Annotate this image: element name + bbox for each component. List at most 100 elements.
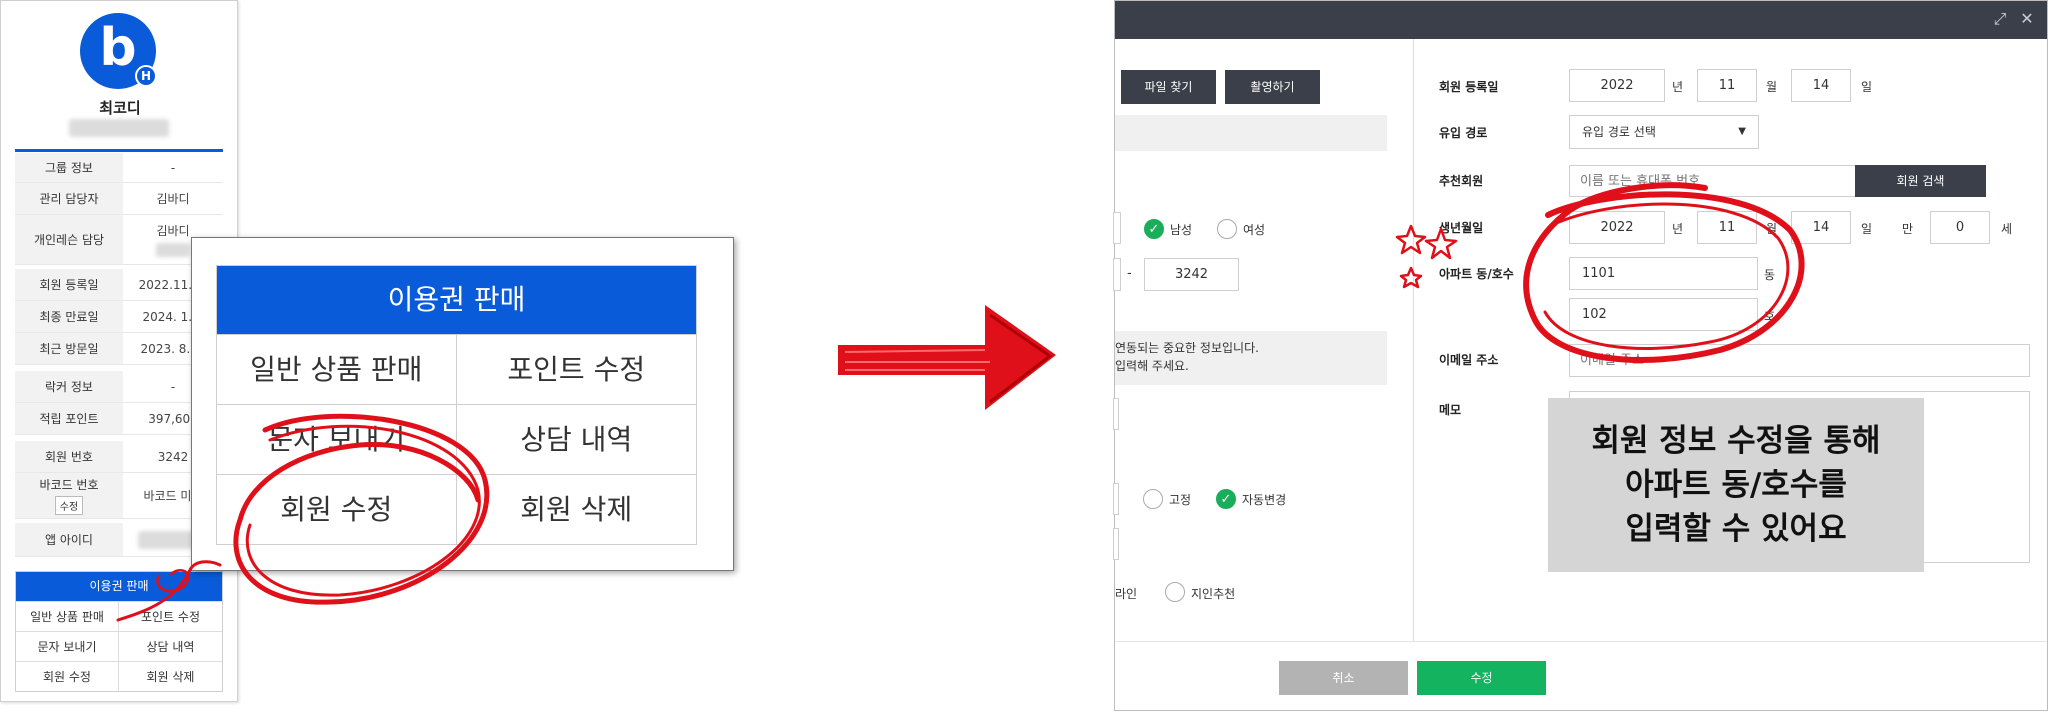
unit-year: 년 <box>1672 80 1684 94</box>
menu-item-consult-history[interactable]: 상담 내역 <box>119 631 222 661</box>
info-value: - <box>170 160 176 175</box>
find-file-button[interactable]: 파일 찾기 <box>1121 70 1216 104</box>
reg-year-input[interactable]: 2022 <box>1569 69 1665 102</box>
callout-line: 입력할 수 있어요 <box>1625 511 1847 547</box>
gender-female-radio[interactable] <box>1217 219 1237 239</box>
referrer-label: 추천회원 <box>1439 174 1484 188</box>
birth-day-input[interactable]: 14 <box>1791 211 1851 244</box>
source-referral-label: 지인추천 <box>1191 587 1236 601</box>
birth-label: 생년월일 <box>1439 221 1484 235</box>
expand-icon[interactable]: ⤢ <box>1992 11 2008 27</box>
save-button[interactable]: 수정 <box>1417 661 1546 695</box>
info-label: 그룹 정보 <box>15 153 123 182</box>
unit-day: 일 <box>1861 80 1873 94</box>
info-value: 김바디 <box>156 224 190 238</box>
info-label: 최근 방문일 <box>15 333 123 364</box>
member-name: 최코디 <box>99 99 141 117</box>
mode-fixed-radio[interactable] <box>1143 489 1163 509</box>
zoom-item-member-edit[interactable]: 회원 수정 <box>217 474 457 544</box>
phone-last-input[interactable]: 3242 <box>1144 258 1239 291</box>
phone-dash: - <box>1127 266 1132 281</box>
apt-dong-unit: 동 <box>1764 268 1776 282</box>
zoom-item-member-delete[interactable]: 회원 삭제 <box>456 474 696 544</box>
ticket-sale-button[interactable]: 이용권 판매 <box>16 572 222 601</box>
unit-year: 년 <box>1672 222 1684 236</box>
mode-auto-radio[interactable]: ✓ <box>1216 489 1236 509</box>
zoom-ticket-sale-button[interactable]: 이용권 판매 <box>217 266 696 334</box>
apt-label: 아파트 동/호수 <box>1439 267 1514 281</box>
modal-title-bar: ⤢ ✕ <box>1115 1 2047 39</box>
cropped-field <box>1113 212 1121 244</box>
apt-ho-input[interactable]: 102 <box>1569 298 1758 331</box>
reg-date-label: 회원 등록일 <box>1439 80 1499 94</box>
info-label: 개인레슨 담당 <box>15 215 123 264</box>
unit-month: 월 <box>1766 222 1778 236</box>
action-grid: 일반 상품 판매 포인트 수정 문자 보내기 상담 내역 회원 수정 회원 삭제 <box>16 601 222 691</box>
cancel-button[interactable]: 취소 <box>1279 661 1408 695</box>
apt-dong-input[interactable]: 1101 <box>1569 257 1758 290</box>
menu-item-member-edit[interactable]: 회원 수정 <box>16 661 119 691</box>
info-label: 회원 번호 <box>15 441 123 472</box>
menu-item-point-edit[interactable]: 포인트 수정 <box>119 601 222 631</box>
barcode-edit-button[interactable]: 수정 <box>54 496 84 515</box>
info-label: 최종 만료일 <box>15 301 123 332</box>
zoom-item-point-edit[interactable]: 포인트 수정 <box>456 334 696 404</box>
notice-box: 연동되는 중요한 정보입니다. 입력해 주세요. <box>1115 331 1387 385</box>
info-row-manager: 관리 담당자 김바디 <box>15 183 223 215</box>
callout-line: 회원 정보 수정을 통해 <box>1591 423 1881 459</box>
email-input[interactable] <box>1569 344 2030 377</box>
birth-month-input[interactable]: 11 <box>1697 211 1757 244</box>
birth-year-input[interactable]: 2022 <box>1569 211 1665 244</box>
blurred-text <box>156 243 190 257</box>
info-label: 락커 정보 <box>15 371 123 402</box>
member-action-menu: 이용권 판매 일반 상품 판매 포인트 수정 문자 보내기 상담 내역 회원 수… <box>15 571 223 692</box>
gender-male-label: 남성 <box>1170 223 1193 237</box>
chevron-down-icon: ▼ <box>1738 126 1746 137</box>
logo-badge: H <box>135 65 157 87</box>
unit-month: 월 <box>1766 80 1778 94</box>
info-label: 앱 아이디 <box>15 523 123 556</box>
zoom-item-product-sale[interactable]: 일반 상품 판매 <box>217 334 457 404</box>
info-label: 바코드 번호 <box>39 478 99 492</box>
reg-day-input[interactable]: 14 <box>1791 69 1851 102</box>
mode-auto-label: 자동변경 <box>1242 493 1287 507</box>
member-search-button[interactable]: 회원 검색 <box>1855 165 1986 197</box>
callout-line: 아파트 동/호수를 <box>1625 467 1847 503</box>
member-edit-modal: ⤢ ✕ 파일 찾기 촬영하기 ✓ 남성 여성 - 3242 연동되는 중요한 정… <box>1113 0 2048 711</box>
take-photo-button[interactable]: 촬영하기 <box>1225 70 1320 104</box>
cropped-field <box>1113 528 1119 560</box>
apt-ho-unit: 호 <box>1764 309 1776 323</box>
source-online-label: 라인 <box>1115 587 1138 601</box>
age-unit: 세 <box>2001 222 2013 236</box>
notice-line: 연동되는 중요한 정보입니다. <box>1115 341 1259 355</box>
info-label: 관리 담당자 <box>15 183 123 214</box>
source-select[interactable]: 유입 경로 선택 ▼ <box>1569 115 1759 149</box>
gender-male-radio[interactable]: ✓ <box>1144 219 1164 239</box>
menu-item-send-sms[interactable]: 문자 보내기 <box>16 631 119 661</box>
gender-female-label: 여성 <box>1243 223 1266 237</box>
zoomed-menu-callout: 이용권 판매 일반 상품 판매 포인트 수정 문자 보내기 상담 내역 회원 수… <box>191 237 734 571</box>
info-label: 회원 등록일 <box>15 269 123 300</box>
info-label-wrap: 바코드 번호 수정 <box>15 473 123 518</box>
zoom-item-send-sms[interactable]: 문자 보내기 <box>217 404 457 474</box>
close-icon[interactable]: ✕ <box>2019 11 2035 27</box>
zoom-item-consult-history[interactable]: 상담 내역 <box>456 404 696 474</box>
unit-day: 일 <box>1861 222 1873 236</box>
blurred-phone <box>69 119 169 137</box>
info-callout: 회원 정보 수정을 통해 아파트 동/호수를 입력할 수 있어요 <box>1548 398 1924 572</box>
zoom-action-grid: 일반 상품 판매 포인트 수정 문자 보내기 상담 내역 회원 수정 회원 삭제 <box>217 334 696 544</box>
age-prefix: 만 <box>1902 222 1914 236</box>
source-referral-radio[interactable] <box>1165 582 1185 602</box>
zoomed-action-menu: 이용권 판매 일반 상품 판매 포인트 수정 문자 보내기 상담 내역 회원 수… <box>216 265 697 545</box>
info-value: 김바디 <box>156 192 190 206</box>
referrer-search-input[interactable] <box>1569 165 1856 197</box>
menu-item-product-sale[interactable]: 일반 상품 판매 <box>16 601 119 631</box>
menu-item-member-delete[interactable]: 회원 삭제 <box>119 661 222 691</box>
age-input[interactable]: 0 <box>1930 211 1990 244</box>
info-row-group: 그룹 정보 - <box>15 153 223 183</box>
cropped-field <box>1113 258 1121 291</box>
divider <box>15 149 223 152</box>
reg-month-input[interactable]: 11 <box>1697 69 1757 102</box>
arrow-right-icon <box>838 305 1056 410</box>
mode-fixed-label: 고정 <box>1169 493 1192 507</box>
